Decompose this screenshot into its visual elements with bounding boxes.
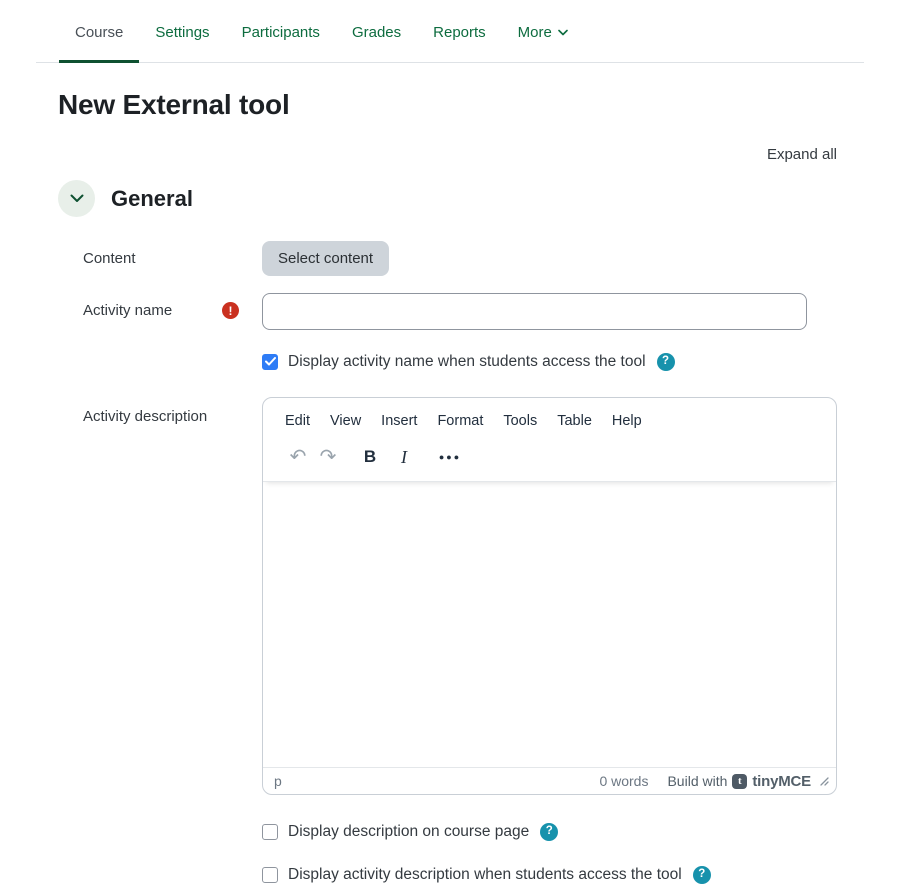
- tab-grades[interactable]: Grades: [336, 24, 417, 63]
- italic-icon[interactable]: I: [389, 444, 419, 470]
- tinymce-editor: Edit View Insert Format Tools Table Help…: [262, 397, 837, 795]
- display-activity-description-checkbox[interactable]: [262, 867, 278, 883]
- tab-settings-label: Settings: [155, 24, 209, 41]
- brand-prefix: Build with: [667, 773, 727, 789]
- display-activity-description-label: Display activity description when studen…: [288, 866, 682, 884]
- redo-icon[interactable]: ↷: [313, 444, 343, 470]
- select-content-button[interactable]: Select content: [262, 241, 389, 276]
- chevron-down-icon: [70, 190, 84, 208]
- check-icon: [265, 353, 276, 371]
- help-icon[interactable]: ?: [657, 353, 675, 371]
- editor-menubar: Edit View Insert Format Tools Table Help: [263, 398, 836, 437]
- tinymce-logo-icon: t: [732, 774, 747, 789]
- editor-content-area[interactable]: [263, 482, 836, 767]
- general-section-title: General: [111, 186, 193, 212]
- wordcount[interactable]: 0 words: [599, 773, 648, 789]
- editor-toolbar: ↶ ↷ B I ●●●: [263, 437, 836, 482]
- tab-course-label: Course: [75, 24, 123, 41]
- brand-name: tinyMCE: [752, 773, 811, 790]
- help-icon[interactable]: ?: [540, 823, 558, 841]
- tab-participants[interactable]: Participants: [226, 24, 336, 63]
- menu-view[interactable]: View: [330, 411, 361, 431]
- activity-name-input[interactable]: [262, 293, 807, 330]
- tab-more-label: More: [518, 24, 552, 41]
- menu-help[interactable]: Help: [612, 411, 642, 431]
- tab-reports[interactable]: Reports: [417, 24, 502, 63]
- menu-edit[interactable]: Edit: [285, 411, 310, 431]
- required-field-icon: !: [222, 302, 239, 319]
- tab-participants-label: Participants: [242, 24, 320, 41]
- collapse-general-button[interactable]: [58, 180, 95, 217]
- more-tools-icon[interactable]: ●●●: [435, 444, 465, 470]
- help-icon[interactable]: ?: [693, 866, 711, 884]
- menu-format[interactable]: Format: [437, 411, 483, 431]
- tab-course[interactable]: Course: [59, 24, 139, 63]
- expand-all-link[interactable]: Expand all: [767, 146, 837, 163]
- element-path[interactable]: p: [274, 773, 282, 789]
- content-label: Content: [83, 250, 136, 267]
- tab-more[interactable]: More: [502, 24, 584, 63]
- menu-tools[interactable]: Tools: [503, 411, 537, 431]
- tab-reports-label: Reports: [433, 24, 486, 41]
- tinymce-branding[interactable]: Build with t tinyMCE: [667, 773, 811, 790]
- display-activity-name-label: Display activity name when students acce…: [288, 353, 646, 371]
- editor-statusbar: p 0 words Build with t tinyMCE: [263, 767, 836, 794]
- menu-table[interactable]: Table: [557, 411, 592, 431]
- general-section-header: General: [58, 180, 837, 217]
- resize-handle-icon[interactable]: [819, 776, 829, 786]
- bold-icon[interactable]: B: [355, 444, 385, 470]
- tab-grades-label: Grades: [352, 24, 401, 41]
- display-description-checkbox[interactable]: [262, 824, 278, 840]
- chevron-down-icon: [558, 29, 568, 36]
- page-title: New External tool: [58, 89, 837, 121]
- activity-description-label: Activity description: [83, 408, 207, 425]
- undo-icon[interactable]: ↶: [283, 444, 313, 470]
- activity-name-label: Activity name: [83, 302, 172, 319]
- course-nav: Course Settings Participants Grades Repo…: [36, 0, 864, 63]
- display-description-label: Display description on course page: [288, 823, 529, 841]
- menu-insert[interactable]: Insert: [381, 411, 417, 431]
- display-activity-name-checkbox[interactable]: [262, 354, 278, 370]
- tab-settings[interactable]: Settings: [139, 24, 225, 63]
